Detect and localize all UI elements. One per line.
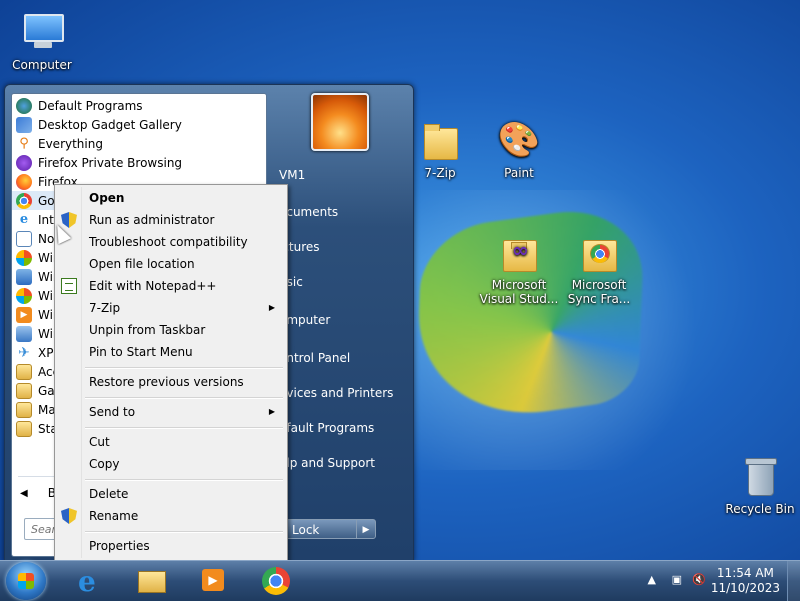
menu-item-pin-start[interactable]: Pin to Start Menu [57, 342, 285, 362]
menu-item-rename[interactable]: Rename [57, 506, 285, 526]
lock-button[interactable]: Lock [285, 519, 357, 539]
taskbar-media-player-button[interactable] [188, 563, 238, 599]
menu-item-cut[interactable]: Cut [57, 432, 285, 452]
help-support-link[interactable]: elp and Support [279, 453, 375, 473]
paint-icon: 🎨 [497, 120, 541, 160]
program-item[interactable]: Default Programs [12, 96, 266, 115]
desktop-icon-label: Recycle Bin [725, 502, 795, 516]
context-menu: Open Run as administrator Troubleshoot c… [54, 184, 288, 561]
ie-icon: e [19, 211, 29, 227]
desktop-icon-label: 7-Zip [424, 166, 456, 180]
menu-item-edit-notepad[interactable]: Edit with Notepad++ [57, 276, 285, 296]
menu-item-open[interactable]: Open [57, 188, 285, 208]
desktop-icon-computer[interactable]: Computer [0, 10, 84, 72]
folder-icon [418, 118, 462, 162]
show-hidden-icons-icon[interactable]: ▲ [648, 573, 656, 586]
control-panel-link[interactable]: ontrol Panel [279, 348, 350, 368]
gadget-icon [16, 116, 32, 133]
desktop-icon-sync-framework[interactable]: Microsoft Sync Fra... [557, 230, 641, 306]
clock[interactable]: 11:54 AM 11/10/2023 [711, 566, 780, 596]
menu-item-open-file-location[interactable]: Open file location [57, 254, 285, 274]
visual-studio-icon [497, 230, 541, 274]
default-programs-link[interactable]: efault Programs [279, 418, 374, 438]
desktop-icon-label: Microsoft Visual Stud... [479, 278, 559, 306]
xps-icon: ✈ [18, 344, 30, 361]
start-menu-right-pane: VM1 ocuments ictures usic omputer ontrol… [275, 85, 411, 555]
windows-icon [16, 287, 32, 304]
chrome-folder-icon [577, 230, 621, 274]
firefox-icon [16, 173, 32, 190]
program-item[interactable]: Firefox Private Browsing [12, 153, 266, 172]
taskbar-explorer-button[interactable] [126, 563, 176, 599]
windows-icon [16, 249, 32, 266]
user-avatar[interactable] [311, 93, 369, 151]
submenu-arrow-icon: ▶ [268, 303, 275, 312]
search-icon: ⚲ [19, 135, 29, 151]
default-programs-icon [16, 97, 32, 114]
program-item[interactable]: ⚲ Everything [12, 134, 266, 153]
chevron-right-icon: ▶ [362, 525, 370, 535]
shield-icon [61, 508, 77, 524]
clock-time: 11:54 AM [716, 566, 774, 580]
menu-item-restore-versions[interactable]: Restore previous versions [57, 372, 285, 392]
devices-printers-link[interactable]: evices and Printers [279, 383, 393, 403]
desktop-icon-label: Paint [504, 166, 534, 180]
menu-item-copy[interactable]: Copy [57, 454, 285, 474]
program-item[interactable]: Desktop Gadget Gallery [12, 115, 266, 134]
back-arrow-icon: ◀ [20, 487, 28, 499]
taskbar-chrome-button[interactable] [250, 563, 300, 599]
volume-muted-icon[interactable]: 🔇 [692, 573, 706, 586]
notepad-icon [16, 230, 32, 247]
desktop-icon-label: Computer [12, 58, 72, 72]
user-folder-link[interactable]: VM1 [279, 165, 305, 185]
folder-icon [16, 401, 32, 418]
menu-item-send-to[interactable]: Send to ▶ [57, 402, 285, 422]
show-desktop-button[interactable] [787, 561, 800, 601]
network-icon[interactable]: ▣ [672, 573, 682, 586]
menu-item-7zip[interactable]: 7-Zip ▶ [57, 298, 285, 318]
desktop-icon-label: Microsoft Sync Fra... [567, 278, 631, 306]
folder-icon [16, 382, 32, 399]
recycle-bin-icon [738, 454, 782, 498]
menu-divider [85, 397, 283, 399]
clock-date: 11/10/2023 [710, 581, 780, 595]
computer-icon [20, 10, 64, 54]
folder-icon [16, 363, 32, 380]
windows-icon [16, 268, 32, 285]
firefox-private-icon [16, 154, 32, 171]
menu-item-properties[interactable]: Properties [57, 536, 285, 556]
menu-divider [85, 479, 283, 481]
menu-item-troubleshoot[interactable]: Troubleshoot compatibility [57, 232, 285, 252]
menu-divider [85, 367, 283, 369]
desktop-icon-visual-studio[interactable]: Microsoft Visual Stud... [477, 230, 561, 306]
menu-item-unpin-taskbar[interactable]: Unpin from Taskbar [57, 320, 285, 340]
taskbar: ▲ ▣ 🔇 11:54 AM 11/10/2023 [0, 560, 800, 601]
media-icon: ▶ [16, 306, 32, 323]
taskbar-ie-button[interactable] [64, 563, 114, 599]
windows-icon [16, 325, 32, 342]
shutdown-options-button[interactable]: ▶ [356, 519, 376, 539]
desktop-icon-paint[interactable]: 🎨 Paint [477, 118, 561, 180]
menu-divider [85, 531, 283, 533]
menu-divider [85, 427, 283, 429]
start-button[interactable] [6, 562, 46, 600]
submenu-arrow-icon: ▶ [268, 407, 275, 416]
chrome-icon [16, 192, 32, 209]
folder-icon [16, 420, 32, 437]
notepad-plus-icon [61, 278, 77, 294]
menu-item-delete[interactable]: Delete [57, 484, 285, 504]
desktop-icon-recycle-bin[interactable]: Recycle Bin [718, 454, 800, 516]
back-button[interactable]: ◀ B [20, 486, 56, 500]
menu-item-run-as-admin[interactable]: Run as administrator [57, 210, 285, 230]
